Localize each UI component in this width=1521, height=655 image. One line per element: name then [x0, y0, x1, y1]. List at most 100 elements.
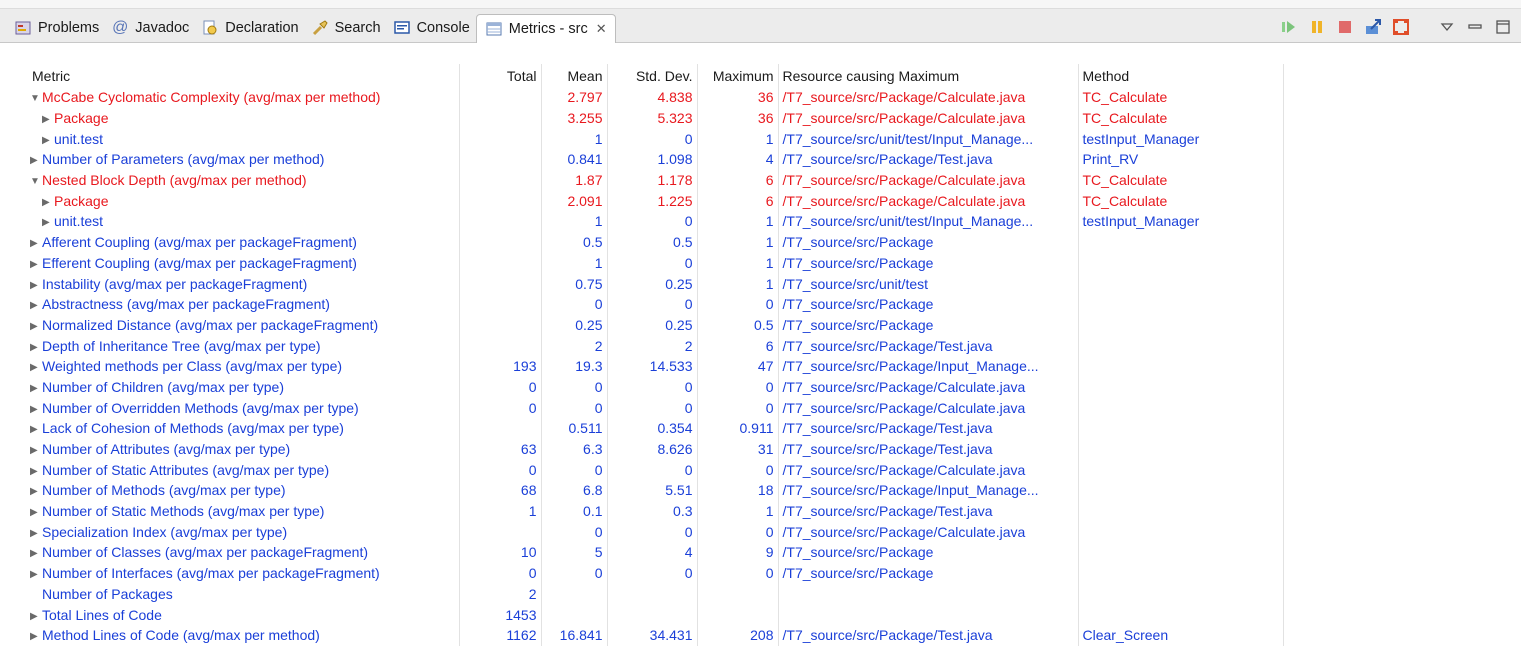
- table-row[interactable]: ▶ unit.test 1 0 1/T7_source/src/unit/test/In…: [22, 211, 1284, 232]
- twisty-collapsed-icon[interactable]: ▶: [30, 321, 42, 332]
- cell-total: 1: [459, 500, 542, 522]
- tab-declaration[interactable]: Declaration: [195, 14, 304, 42]
- twisty-collapsed-icon[interactable]: ▶: [30, 445, 42, 456]
- table-row[interactable]: ▶ Package 3.255 5.323 36/T7_source/src/Packa…: [22, 107, 1284, 129]
- table-row[interactable]: ▶ Number of Classes (avg/max per packageF…: [22, 542, 1284, 563]
- table-row[interactable]: ▶ Method Lines of Code (avg/max per metho…: [22, 624, 1284, 646]
- column-header-std-dev[interactable]: Std. Dev.: [607, 64, 698, 87]
- table-row[interactable]: ▶ Number of Interfaces (avg/max per packa…: [22, 562, 1284, 584]
- cell-total: [459, 418, 542, 439]
- cell-metric: ▶ Depth of Inheritance Tree (avg/max per …: [22, 335, 460, 356]
- twisty-collapsed-icon[interactable]: ▶: [30, 404, 42, 415]
- table-row[interactable]: ▶ Weighted methods per Class (avg/max per…: [22, 355, 1284, 377]
- table-row[interactable]: Number of Packages 2: [22, 583, 1284, 605]
- column-header-maximum[interactable]: Maximum: [697, 64, 779, 87]
- cell-mean: 0.841: [541, 149, 608, 170]
- twisty-collapsed-icon[interactable]: ▶: [30, 383, 42, 394]
- table-row[interactable]: ▶ Number of Overridden Methods (avg/max p…: [22, 397, 1284, 418]
- cell-maximum: [697, 604, 779, 625]
- cell-mean: 6.8: [541, 480, 608, 501]
- table-row[interactable]: ▶ Depth of Inheritance Tree (avg/max per …: [22, 335, 1284, 356]
- twisty-collapsed-icon[interactable]: ▶: [30, 280, 42, 291]
- table-row[interactable]: ▶ Number of Static Attributes (avg/max pe…: [22, 459, 1284, 481]
- twisty-collapsed-icon[interactable]: ▶: [30, 507, 42, 518]
- twisty-collapsed-icon[interactable]: ▶: [30, 486, 42, 497]
- tab-label: Javadoc: [135, 20, 190, 36]
- twisty-collapsed-icon[interactable]: ▶: [30, 362, 42, 373]
- table-row[interactable]: ▶ Number of Parameters (avg/max per metho…: [22, 149, 1284, 170]
- column-header-total[interactable]: Total: [459, 64, 542, 87]
- cell-metric: ▶ Efferent Coupling (avg/max per packageF…: [22, 252, 460, 274]
- table-row[interactable]: ▶ Package 2.091 1.225 6/T7_source/src/Packag…: [22, 190, 1284, 212]
- cell-method: [1078, 231, 1284, 253]
- cell-method: Clear_Screen: [1078, 624, 1284, 646]
- cell-resource: /T7_source/src/Package/Calculate.java: [778, 169, 1079, 191]
- twisty-collapsed-icon[interactable]: ▶: [30, 238, 42, 249]
- twisty-collapsed-icon[interactable]: ▶: [30, 631, 42, 642]
- table-row[interactable]: ▶ Specialization Index (avg/max per type)…: [22, 521, 1284, 543]
- column-header-method[interactable]: Method: [1078, 64, 1284, 87]
- twisty-collapsed-icon[interactable]: ▶: [30, 569, 42, 580]
- dependency-graph-icon[interactable]: [1391, 17, 1411, 37]
- twisty-collapsed-icon[interactable]: ▶: [30, 259, 42, 270]
- tab-problems[interactable]: Problems: [8, 14, 105, 42]
- twisty-collapsed-icon[interactable]: ▶: [30, 528, 42, 539]
- table-row[interactable]: ▶ Lack of Cohesion of Methods (avg/max pe…: [22, 418, 1284, 439]
- twisty-collapsed-icon[interactable]: ▶: [30, 611, 42, 622]
- table-row[interactable]: ▶ Number of Attributes (avg/max per type)…: [22, 438, 1284, 460]
- minimize-icon[interactable]: [1465, 17, 1485, 37]
- twisty-expanded-icon[interactable]: ▼: [30, 93, 42, 104]
- twisty-collapsed-icon[interactable]: ▶: [30, 466, 42, 477]
- table-row[interactable]: ▶ Instability (avg/max per packageFragmen…: [22, 273, 1284, 294]
- tab-metrics-src[interactable]: Metrics - src ✕: [475, 13, 616, 44]
- table-row[interactable]: ▶ Abstractness (avg/max per packageFragme…: [22, 293, 1284, 315]
- tab-javadoc[interactable]: @ Javadoc: [105, 14, 195, 42]
- cell-method: testInput_Manager: [1078, 128, 1284, 150]
- metric-label: Efferent Coupling (avg/max per packageFr…: [42, 254, 357, 271]
- cell-std-dev: 0: [607, 252, 698, 274]
- cell-maximum: 9: [697, 542, 779, 563]
- column-header-resource[interactable]: Resource causing Maximum: [778, 64, 1079, 87]
- table-row[interactable]: ▶ Normalized Distance (avg/max per packag…: [22, 314, 1284, 336]
- twisty-collapsed-icon[interactable]: ▶: [42, 135, 54, 146]
- metric-label: Method Lines of Code (avg/max per method…: [42, 627, 320, 644]
- cell-mean: 1: [541, 211, 608, 232]
- table-row[interactable]: ▶ Afferent Coupling (avg/max per packageF…: [22, 231, 1284, 253]
- stop-icon[interactable]: [1335, 17, 1355, 37]
- table-row[interactable]: ▼ McCabe Cyclomatic Complexity (avg/max p…: [22, 87, 1284, 108]
- maximize-icon[interactable]: [1493, 17, 1513, 37]
- view-menu-icon[interactable]: [1437, 17, 1457, 37]
- twisty-collapsed-icon[interactable]: ▶: [42, 114, 54, 125]
- cell-std-dev: 8.626: [607, 438, 698, 460]
- twisty-collapsed-icon[interactable]: ▶: [42, 197, 54, 208]
- export-icon[interactable]: [1363, 17, 1383, 37]
- twisty-collapsed-icon[interactable]: ▶: [30, 155, 42, 166]
- cell-metric: ▶ Number of Children (avg/max per type): [22, 376, 460, 398]
- tab-console[interactable]: Console: [387, 14, 476, 42]
- twisty-collapsed-icon[interactable]: ▶: [30, 342, 42, 353]
- cell-metric: ▶ Instability (avg/max per packageFragmen…: [22, 273, 460, 294]
- table-row[interactable]: ▶ unit.test 1 0 1/T7_source/src/unit/test/In…: [22, 128, 1284, 150]
- table-row[interactable]: ▶ Total Lines of Code 1453: [22, 604, 1284, 625]
- table-row[interactable]: ▶ Number of Static Methods (avg/max per t…: [22, 500, 1284, 522]
- resume-icon[interactable]: [1279, 17, 1299, 37]
- twisty-expanded-icon[interactable]: ▼: [30, 176, 42, 187]
- close-icon[interactable]: ✕: [596, 21, 607, 37]
- cell-std-dev: 0: [607, 293, 698, 315]
- tab-search[interactable]: Search: [305, 14, 387, 42]
- twisty-collapsed-icon[interactable]: ▶: [30, 548, 42, 559]
- column-header-metric[interactable]: Metric: [22, 64, 460, 87]
- pause-icon[interactable]: [1307, 17, 1327, 37]
- table-row[interactable]: ▼ Nested Block Depth (avg/max per method)…: [22, 169, 1284, 191]
- table-row[interactable]: ▶ Number of Children (avg/max per type) 0 0…: [22, 376, 1284, 398]
- cell-total: [459, 211, 542, 232]
- column-header-mean[interactable]: Mean: [541, 64, 608, 87]
- cell-maximum: 0: [697, 397, 779, 418]
- table-row[interactable]: ▶ Number of Methods (avg/max per type) 68 6…: [22, 480, 1284, 501]
- twisty-collapsed-icon[interactable]: ▶: [30, 424, 42, 435]
- table-row[interactable]: ▶ Efferent Coupling (avg/max per packageF…: [22, 252, 1284, 274]
- twisty-collapsed-icon[interactable]: ▶: [42, 217, 54, 228]
- cell-total: [459, 521, 542, 543]
- twisty-collapsed-icon[interactable]: ▶: [30, 300, 42, 311]
- metrics-table-body: ▼ McCabe Cyclomatic Complexity (avg/max p…: [22, 87, 1284, 646]
